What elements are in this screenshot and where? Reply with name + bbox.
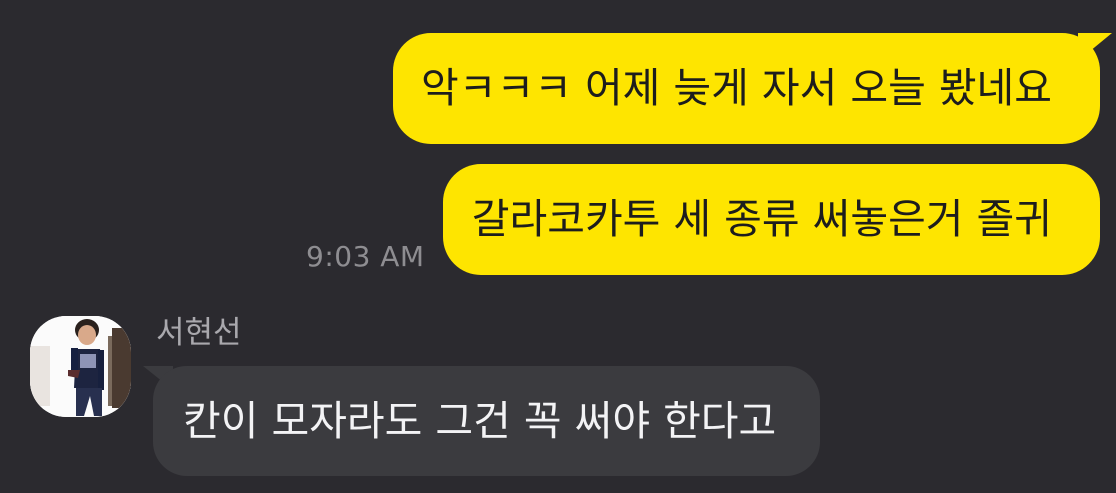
outgoing-message-bubble[interactable]: 갈라코카투 세 종류 써놓은거 졸귀: [443, 164, 1100, 275]
incoming-message-text: 칸이 모자라도 그건 꼭 써야 한다고: [183, 396, 777, 445]
outgoing-message-bubble[interactable]: 악ㅋㅋㅋ 어제 늦게 자서 오늘 봤네요: [393, 33, 1100, 144]
outgoing-message-text: 악ㅋㅋㅋ 어제 늦게 자서 오늘 봤네요: [421, 64, 1052, 112]
sender-name: 서현선: [156, 315, 242, 351]
profile-photo-icon[interactable]: [30, 316, 131, 417]
message-timestamp: 9:03 AM: [306, 240, 425, 273]
avatar-photo: [30, 316, 131, 417]
outgoing-message-text: 갈라코카투 세 종류 써놓은거 졸귀: [471, 195, 1052, 243]
chat-transcript: 악ㅋㅋㅋ 어제 늦게 자서 오늘 봤네요 갈라코카투 세 종류 써놓은거 졸귀 …: [0, 0, 1116, 493]
incoming-message-bubble[interactable]: 칸이 모자라도 그건 꼭 써야 한다고: [153, 366, 820, 476]
